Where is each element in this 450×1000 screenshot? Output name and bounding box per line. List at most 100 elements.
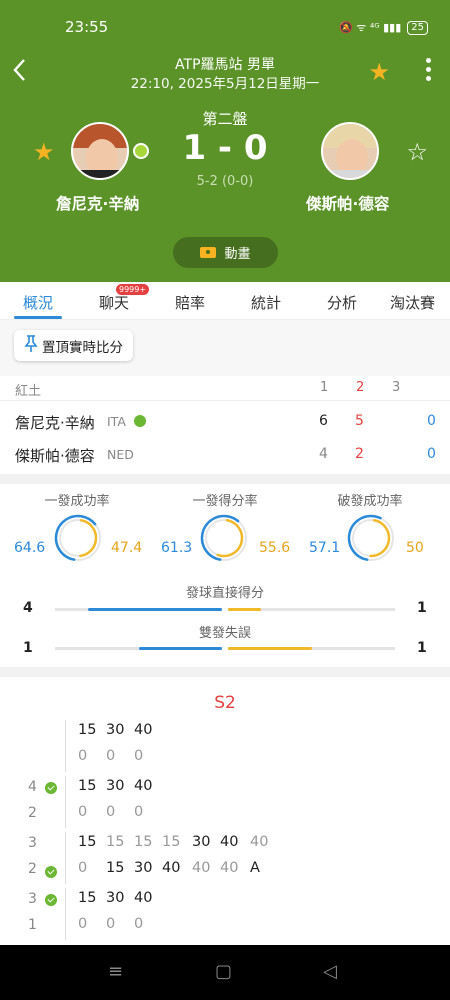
tab-knockout[interactable]: 淘汰賽 [380, 282, 450, 319]
stat-left-value: 57.1 [309, 540, 341, 556]
set-col-1: 1 [320, 380, 329, 395]
stat-ring-wrap: 61.3 55.6 [150, 510, 300, 566]
point-score-bottom: 0 [106, 804, 116, 820]
game-score-top: 3 [28, 891, 37, 907]
pin-row: 置頂實時比分 [0, 320, 450, 376]
stat-double-faults-title: 雙發失誤 [198, 626, 251, 641]
surface-label: 紅土 [15, 384, 42, 399]
point-score-top: 15 [78, 834, 97, 850]
back-nav-icon[interactable]: ◁ [323, 961, 337, 982]
court-icon [200, 247, 217, 258]
game-score-bottom: 2 [28, 861, 37, 877]
point-score-top: 30 [106, 778, 125, 794]
ring-arc-right [58, 518, 98, 558]
stat-ring-wrap: 64.6 47.4 [2, 510, 152, 566]
player2-favorite-star-icon[interactable]: ☆ [406, 138, 428, 166]
game-score-bottom: 1 [28, 917, 37, 933]
scoreboard-row-player1: 詹尼克·辛納 ITA 6 5 0 [0, 406, 450, 438]
point-score-bottom: 0 [134, 916, 144, 932]
player2-name[interactable]: 傑斯帕·德容 [306, 192, 389, 214]
point-score-top: 15 [106, 834, 125, 850]
pin-label: 置頂實時比分 [42, 339, 123, 356]
game-winner-icon [45, 866, 57, 878]
stat-ring [347, 514, 395, 562]
favorite-star-icon[interactable]: ★ [368, 58, 390, 86]
point-score-top: 40 [134, 722, 153, 738]
stat-title: 一發成功率 [44, 494, 110, 509]
match-header: 23:55 🔕 ᯤ ⁴ᴳ ▮▮▮ 25 ATP羅馬站 男單 22:10, 202… [0, 0, 450, 282]
point-score-bottom: 15 [106, 860, 125, 876]
point-score-bottom: 0 [78, 916, 88, 932]
double-faults-left: 1 [23, 640, 33, 656]
tab-bar: 概況 聊天 9999+ 賠率 統計 分析 淘汰賽 [0, 282, 450, 320]
menu-icon[interactable]: ≡ [108, 961, 123, 982]
point-score-bottom: 0 [78, 804, 88, 820]
stat-aces-title: 發球直接得分 [185, 586, 264, 601]
row-set2: 5 [355, 413, 364, 429]
stat-first-serve-in: 一發成功率 64.6 47.4 [2, 490, 152, 562]
stat-ring [200, 514, 248, 562]
point-score-top: 30 [106, 890, 125, 906]
point-score-top: 40 [220, 834, 239, 850]
scoreboard-header: 紅土 1 2 3 [0, 376, 450, 401]
point-score-bottom: 0 [106, 916, 116, 932]
point-score-bottom: 0 [78, 860, 88, 876]
battery-icon: 25 [407, 20, 428, 35]
stat-right-value: 47.4 [111, 540, 143, 556]
player1-favorite-star-icon[interactable]: ★ [33, 138, 55, 166]
aces-bar-right [228, 608, 262, 611]
point-score-top: 15 [162, 834, 181, 850]
set-col-3: 3 [392, 380, 401, 395]
aces-left: 4 [23, 600, 33, 616]
stat-title: 一發得分率 [192, 494, 258, 509]
point-score-bottom: 0 [134, 748, 144, 764]
stat-title: 破發成功率 [337, 494, 403, 509]
point-score-bottom: 40 [162, 860, 181, 876]
stat-right-value: 50 [406, 540, 424, 556]
tab-analysis[interactable]: 分析 [304, 282, 380, 319]
ring-arc-right [204, 518, 244, 558]
game-score-top: 4 [28, 779, 37, 795]
tab-stats[interactable]: 統計 [228, 282, 304, 319]
game-winner-icon [45, 782, 57, 794]
tab-overview[interactable]: 概況 [0, 282, 76, 319]
player1-name[interactable]: 詹尼克·辛納 [56, 192, 139, 214]
game-score: 5-2 (0-0) [196, 174, 254, 189]
aces-right: 1 [417, 600, 427, 616]
point-score-top: 40 [134, 778, 153, 794]
stat-left-value: 64.6 [14, 540, 46, 556]
point-score-top: 30 [106, 722, 125, 738]
divider [0, 667, 450, 677]
tab-chat[interactable]: 聊天 9999+ [76, 282, 152, 319]
point-score-top: 40 [250, 834, 269, 850]
pbp-divider [65, 776, 66, 828]
point-score-top: 15 [134, 834, 153, 850]
status-time: 23:55 [65, 18, 109, 36]
point-score-bottom: 30 [134, 860, 153, 876]
game-winner-icon [45, 894, 57, 906]
stat-left-value: 61.3 [161, 540, 193, 556]
row-country: ITA [107, 414, 126, 429]
more-menu-icon[interactable] [426, 58, 432, 85]
point-score-top: 15 [78, 890, 97, 906]
tab-odds[interactable]: 賠率 [152, 282, 228, 319]
player2-avatar[interactable] [321, 122, 379, 180]
player1-avatar[interactable] [71, 122, 129, 180]
status-signal-icons: 🔕 ᯤ ⁴ᴳ ▮▮▮ [339, 21, 402, 34]
set-score: 1 - 0 [182, 128, 268, 168]
system-nav-bar: ≡ ▢ ◁ [0, 945, 450, 1000]
game-score-top: 3 [28, 835, 37, 851]
animation-label: 動畫 [224, 247, 251, 262]
game-score-bottom: 2 [28, 805, 37, 821]
set-col-2: 2 [356, 380, 365, 395]
row-points: 0 [427, 413, 436, 429]
row-name: 傑斯帕·德容 [15, 447, 95, 465]
animation-button[interactable]: 動畫 [173, 237, 278, 268]
divider [0, 474, 450, 484]
row-country: NED [107, 447, 134, 462]
point-score-bottom: 40 [220, 860, 239, 876]
pin-live-score-button[interactable]: 置頂實時比分 [14, 330, 133, 361]
row-points: 0 [427, 446, 436, 462]
home-icon[interactable]: ▢ [215, 961, 232, 982]
row-set1: 4 [319, 446, 328, 462]
